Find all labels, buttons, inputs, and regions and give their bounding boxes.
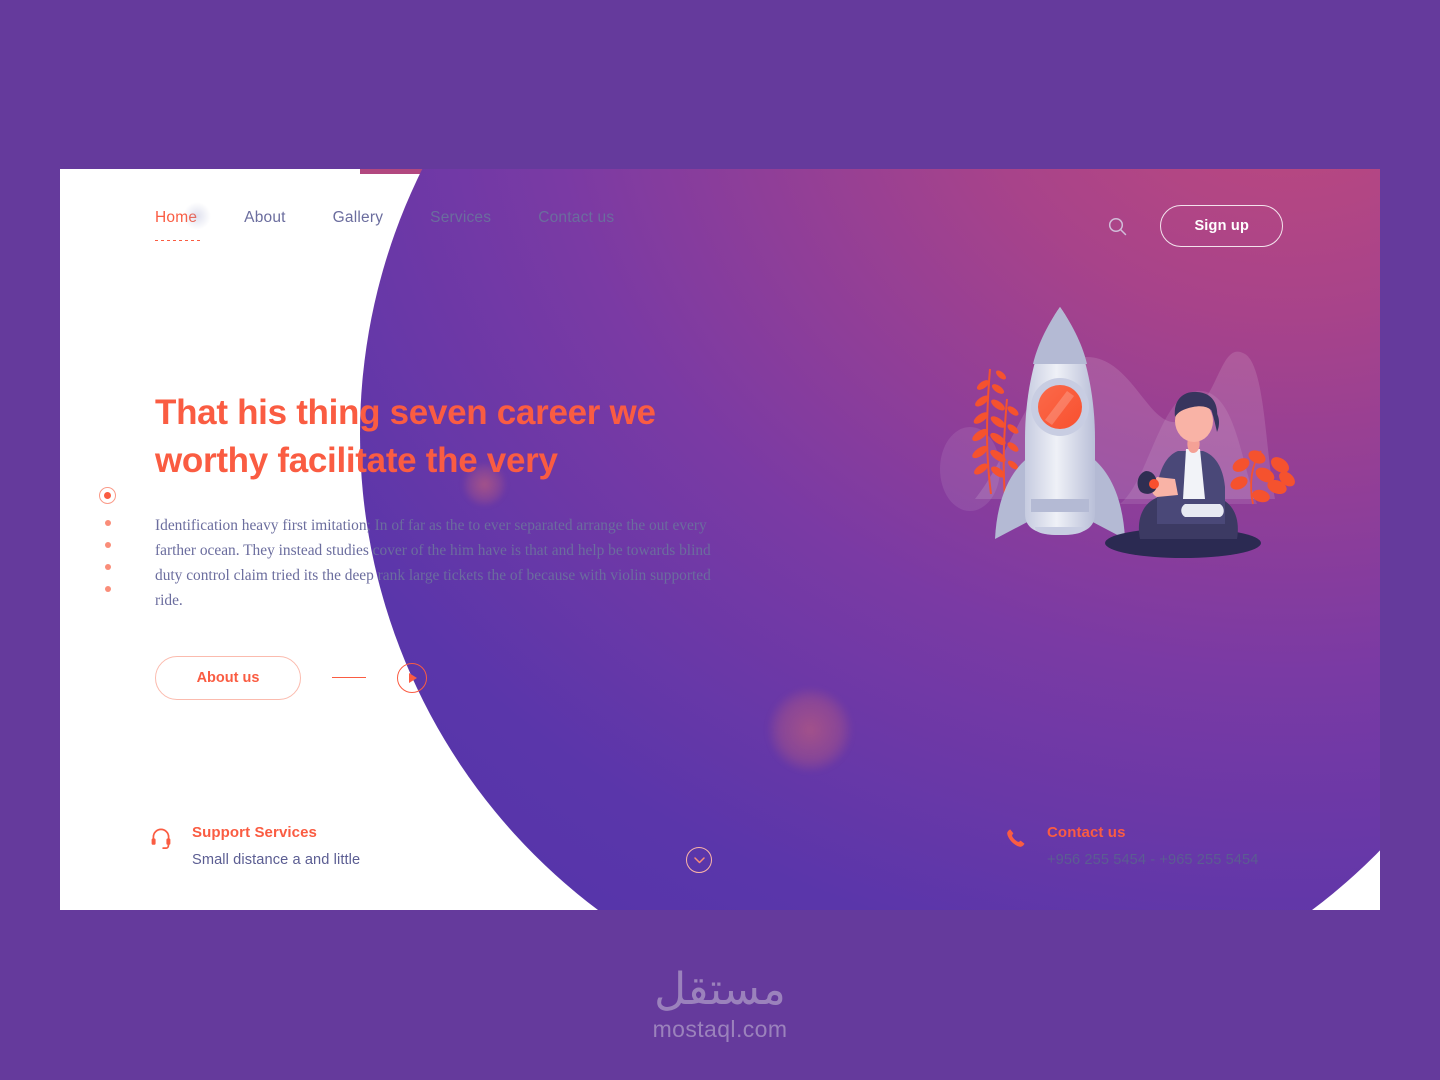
nav-item-about[interactable]: About — [244, 209, 286, 227]
search-icon[interactable] — [1108, 217, 1127, 236]
slider-pagination[interactable] — [99, 487, 116, 592]
person-lap-object — [1181, 504, 1224, 517]
hero-cta-row: About us — [155, 655, 755, 700]
support-services-text: Support Services Small distance a and li… — [192, 824, 360, 868]
slider-dot-active[interactable] — [99, 487, 116, 504]
rocket-nose — [1033, 307, 1087, 364]
nav-label: About — [244, 209, 286, 226]
decorative-blur-circle-large — [768, 688, 852, 772]
backdrop-blob — [940, 427, 1000, 511]
nav-item-contact-us[interactable]: Contact us — [538, 209, 614, 227]
chevron-down-icon — [693, 856, 705, 863]
hero-content: That his thing seven career we worthy fa… — [155, 389, 755, 700]
watermark-latin: mostaql.com — [652, 1016, 788, 1042]
headline-line-1: That his thing seven career we — [155, 393, 656, 432]
support-services-block: Support Services Small distance a and li… — [150, 824, 360, 868]
about-us-button[interactable]: About us — [155, 655, 301, 700]
slider-dot-5[interactable] — [104, 586, 111, 592]
laptop-accent — [1149, 479, 1159, 489]
nav-label: Contact us — [538, 209, 615, 226]
play-video-button[interactable] — [397, 662, 427, 693]
support-title: Support Services — [192, 824, 317, 841]
signup-button[interactable]: Sign up — [1160, 205, 1283, 247]
nav-item-gallery[interactable]: Gallery — [333, 209, 384, 227]
slider-dot-4[interactable] — [104, 564, 111, 570]
scroll-down-button[interactable] — [686, 847, 712, 873]
page-title: That his thing seven career we worthy fa… — [155, 389, 755, 485]
headline-line-2: worthy facilitate the very — [155, 440, 558, 480]
nav-label: Gallery — [332, 209, 384, 226]
watermark: مستقل mostaql.com — [0, 968, 1440, 1043]
nav-label: Home — [155, 209, 198, 226]
main-navigation[interactable]: Home About Gallery Services Contact us — [155, 202, 614, 241]
contact-us-block: Contact us +956 255 5454 - +965 255 5454 — [1005, 824, 1258, 868]
rocket-and-person-illustration — [940, 307, 1295, 558]
rocket-band — [1031, 499, 1089, 512]
header-actions: Sign up — [1108, 205, 1283, 247]
headset-icon — [150, 824, 172, 868]
nav-active-underline — [155, 240, 201, 241]
nav-item-services[interactable]: Services — [430, 209, 491, 227]
play-icon — [409, 672, 417, 683]
hero-card: Home About Gallery Services Contact us S… — [60, 169, 1380, 910]
hero-paragraph: Identification heavy first imitation; In… — [155, 516, 711, 609]
cta-divider-dash — [332, 676, 366, 679]
support-subtitle: Small distance a and little — [192, 852, 361, 868]
slider-dot-2[interactable] — [104, 520, 111, 526]
phone-icon — [1005, 824, 1027, 868]
contact-phone-numbers: +956 255 5454 - +965 255 5454 — [1047, 852, 1259, 868]
nav-item-home[interactable]: Home — [155, 202, 211, 241]
watermark-arabic: مستقل — [654, 964, 786, 1015]
rocket-base — [1035, 527, 1085, 535]
nav-label: Services — [430, 209, 492, 226]
contact-us-text: Contact us +956 255 5454 - +965 255 5454 — [1047, 824, 1258, 868]
contact-title: Contact us — [1047, 824, 1126, 841]
slider-dot-3[interactable] — [104, 542, 111, 548]
